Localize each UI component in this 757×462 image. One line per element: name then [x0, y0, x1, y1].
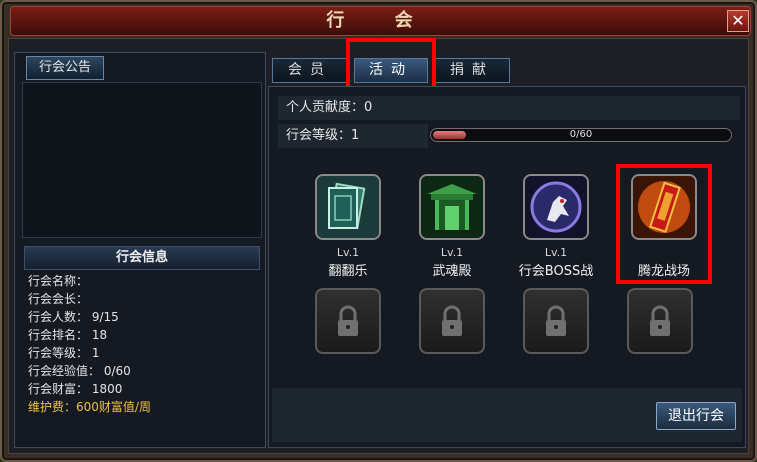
info-row-exp: 行会经验值： 0/60: [28, 364, 131, 378]
exp-progress-text: 0/60: [569, 129, 593, 140]
activity-name-fanfanle: 翻翻乐: [328, 264, 368, 279]
window-title: 行 会: [10, 6, 751, 36]
tab-guild-notice[interactable]: 行会公告: [26, 56, 104, 80]
locked-slot: [315, 288, 381, 354]
close-button[interactable]: ✕: [727, 10, 749, 32]
activity-level-1: Lv.1: [336, 246, 360, 259]
info-row-wealth: 行会财富： 1800: [28, 382, 123, 396]
guild-level-label: 行会等级：1: [278, 124, 428, 148]
activity-level-3: Lv.1: [544, 246, 568, 259]
lock-icon: [546, 305, 566, 336]
activity-name-tenglong: 腾龙战场: [637, 264, 690, 279]
info-row-maintenance: 维护费：600财富值/周: [28, 400, 151, 414]
lock-icon: [442, 305, 462, 336]
guild-info-header: 行会信息: [24, 246, 260, 270]
card-deck-icon[interactable]: [315, 174, 381, 240]
info-row-leader: 行会会长：: [28, 292, 89, 306]
info-row-name: 行会名称：: [28, 274, 89, 288]
tab-donate[interactable]: 捐献: [434, 58, 510, 83]
locked-slot: [627, 288, 693, 354]
lock-icon: [650, 305, 670, 336]
info-row-members: 行会人数： 9/15: [28, 310, 119, 324]
activity-level-2: Lv.1: [440, 246, 464, 259]
lock-icon: [338, 305, 358, 336]
activity-name-guild-boss: 行会BOSS战: [518, 264, 594, 279]
temple-gate-icon[interactable]: [419, 174, 485, 240]
info-row-rank: 行会排名： 18: [28, 328, 108, 342]
exp-progress-bar: 0/60: [430, 128, 732, 142]
boss-creature-icon[interactable]: [523, 174, 589, 240]
notice-area: [22, 82, 262, 238]
quit-guild-button[interactable]: 退出行会: [656, 402, 736, 430]
guild-info-list: 行会名称： 行会会长： 行会人数： 9/15 行会排名： 18 行会等级： 1 …: [28, 272, 258, 416]
activity-name-wuhundian: 武魂殿: [432, 264, 472, 279]
locked-slot: [419, 288, 485, 354]
locked-slot: [523, 288, 589, 354]
personal-contribution: 个人贡献度：0: [278, 96, 740, 120]
info-row-level: 行会等级： 1: [28, 346, 100, 360]
tab-members[interactable]: 会员: [272, 58, 348, 83]
